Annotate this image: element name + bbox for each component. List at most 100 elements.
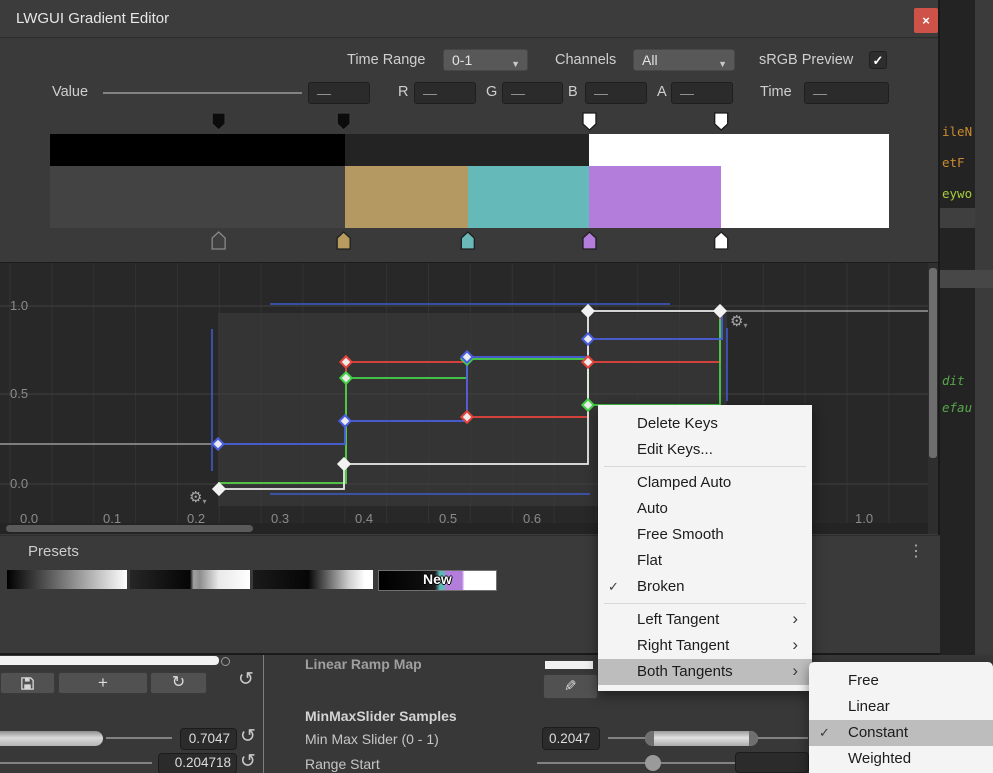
check-icon: ✓ [873,53,884,68]
g-label: G [486,84,497,100]
alpha-key-marker[interactable] [583,113,596,130]
menu-item-left-tangent[interactable]: Left Tangent› [598,607,812,633]
menu-item-label: Delete Keys [637,415,718,432]
minmax-value-field[interactable]: 0.2047 [542,727,600,750]
code-fragment: eywo [942,186,972,201]
undo-icon[interactable]: ↺ [240,725,256,748]
menu-item-auto[interactable]: Auto [598,496,812,522]
close-icon: × [922,13,930,28]
save-button[interactable] [0,672,55,694]
menu-item-label: Free Smooth [637,526,724,543]
color-key-marker[interactable] [212,232,225,249]
key-settings-gear-icon[interactable]: ⚙▾ [730,312,747,330]
preset-swatch-2[interactable] [130,570,250,589]
color-key-marker[interactable] [337,232,350,249]
time-range-dropdown[interactable]: 0-1 ▼ [443,49,528,71]
srgb-preview-checkbox[interactable]: ✓ [869,51,887,69]
alpha-key-marker[interactable] [715,113,728,130]
b-field[interactable]: — [585,82,647,104]
curve-settings-gear-icon[interactable]: ⚙▾ [189,488,206,506]
color-key-marker[interactable] [583,232,596,249]
color-key-marker[interactable] [715,232,728,249]
refresh-icon: ↻ [172,674,185,691]
channels-value: All [642,52,658,68]
window-title: LWGUI Gradient Editor [16,10,169,27]
menu-item-label: Auto [637,500,668,517]
kebab-menu-icon[interactable]: ⋮ [908,541,924,561]
g-field[interactable]: — [502,82,563,104]
chevron-down-icon: ▼ [718,54,727,74]
menu-item-label: Both Tangents [637,663,733,680]
menu-item-label: Flat [637,552,662,569]
preset-swatch-3[interactable] [253,570,373,589]
refresh-button[interactable]: ↻ [150,672,207,694]
slider1-value-field[interactable]: 0.7047 [180,728,237,750]
value-slider[interactable] [103,92,302,94]
chevron-down-icon: ▼ [511,54,520,74]
slider1-fill[interactable] [0,731,103,746]
y-tick-label: 0.0 [10,476,28,491]
close-button[interactable]: × [914,8,938,33]
pane-divider[interactable] [263,655,264,773]
ramp-preview-bar-left[interactable] [0,656,219,665]
check-icon: ✓ [608,574,619,600]
menu-item-label: Right Tangent [637,637,729,654]
vscrollbar-thumb[interactable] [929,268,937,458]
minmax-slider-bar[interactable] [645,731,758,746]
range-start-value-field[interactable] [735,752,809,773]
submenu-item-linear[interactable]: Linear [809,694,993,720]
r-label: R [398,84,408,100]
minmax-min-handle[interactable] [645,731,654,746]
edit-ramp-button[interactable]: ✎ [543,674,598,699]
slider2-value-field[interactable]: 0.204718 [158,753,237,773]
a-field[interactable]: — [671,82,733,104]
menu-item-flat[interactable]: Flat [598,548,812,574]
context-menu: Delete Keys Edit Keys... Clamped Auto Auto F… [598,405,812,691]
code-selection-block [940,208,975,228]
menu-item-clamped-auto[interactable]: Clamped Auto [598,470,812,496]
menu-item-label: Weighted [848,750,911,767]
menu-item-both-tangents[interactable]: Both Tangents › [598,659,812,685]
code-fragment: etF [942,155,965,170]
channels-label: Channels [555,52,616,68]
menu-item-delete-keys[interactable]: Delete Keys [598,411,812,437]
time-label: Time [760,84,792,100]
add-button[interactable]: + [58,672,148,694]
channels-dropdown[interactable]: All ▼ [633,49,735,71]
time-field[interactable]: — [804,82,889,104]
y-tick-label: 1.0 [10,298,28,313]
slider1-track[interactable] [106,737,172,739]
menu-item-broken[interactable]: ✓Broken [598,574,812,600]
preset-swatch-1[interactable] [7,570,127,589]
alpha-key-marker[interactable] [337,113,350,130]
minmax-max-handle[interactable] [749,731,758,746]
srgb-preview-label: sRGB Preview [759,52,853,68]
time-range-value: 0-1 [452,52,472,68]
r-field[interactable]: — [414,82,476,104]
menu-item-free-smooth[interactable]: Free Smooth [598,522,812,548]
submenu-item-free[interactable]: Free [809,668,993,694]
submenu-item-weighted[interactable]: Weighted [809,746,993,772]
preset-swatch-new[interactable]: New [378,570,497,591]
slider2-track[interactable] [0,762,152,764]
alpha-key-marker[interactable] [212,113,225,130]
time-range-label: Time Range [347,52,425,68]
hscrollbar-thumb[interactable] [6,525,253,532]
value-field[interactable]: — [308,82,370,104]
code-fragment: dit [942,373,965,388]
menu-item-label: Edit Keys... [637,441,713,458]
gradient-key-markers[interactable] [0,105,940,255]
submenu-arrow-icon: › [792,658,798,684]
range-start-handle[interactable] [645,755,661,771]
ramp-preview-bar-right[interactable] [545,661,593,669]
ramp-map-label: Linear Ramp Map [305,656,422,672]
undo-icon[interactable]: ↺ [240,750,256,773]
range-start-label: Range Start [305,756,380,772]
window-titlebar[interactable]: LWGUI Gradient Editor × [0,0,938,38]
undo-icon[interactable]: ↺ [238,668,254,691]
menu-item-edit-keys[interactable]: Edit Keys... [598,437,812,463]
submenu-item-constant[interactable]: ✓Constant [809,720,993,746]
menu-item-right-tangent[interactable]: Right Tangent› [598,633,812,659]
color-key-marker[interactable] [461,232,474,249]
menu-item-label: Constant [848,724,908,741]
